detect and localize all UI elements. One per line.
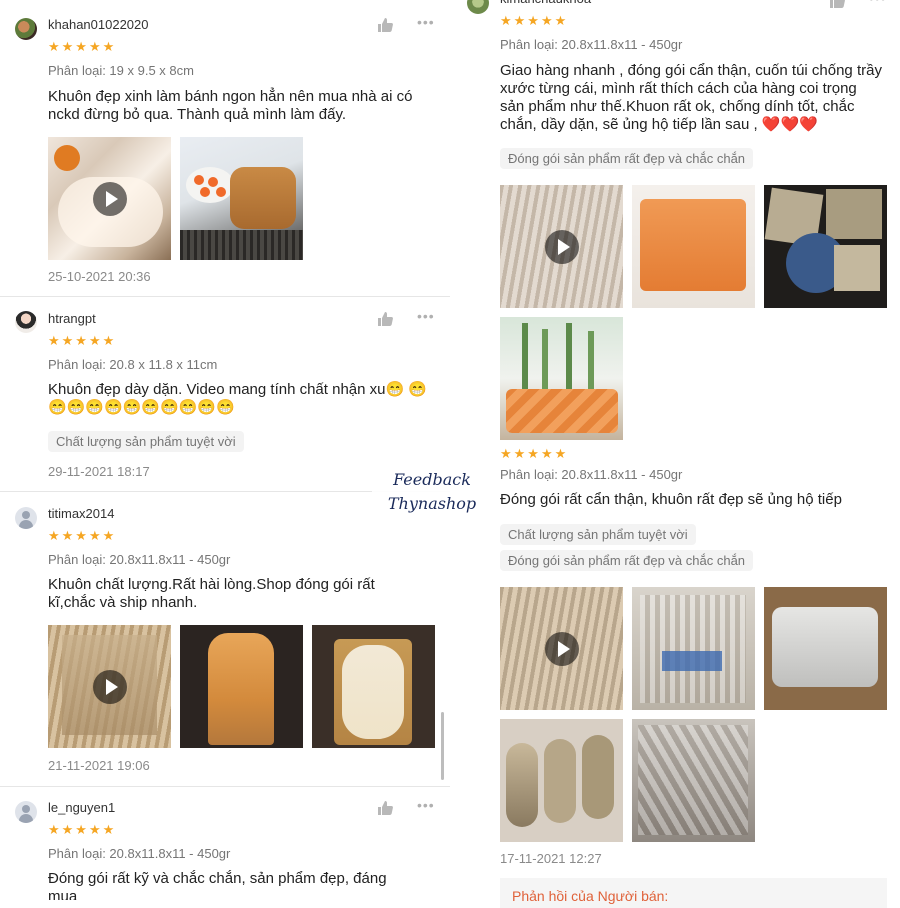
feedback-watermark: Feedback Thynashop	[372, 438, 492, 556]
review-tag-chip: Chất lượng sản phẩm tuyệt vời	[48, 431, 244, 452]
review-variant: Phân loại: 20.8x11.8x11 - 450gr	[500, 37, 683, 52]
review-date: 25-10-2021 20:36	[48, 269, 151, 284]
avatar[interactable]	[15, 311, 37, 333]
star-rating: ★★★★★	[48, 822, 117, 837]
play-icon[interactable]	[92, 181, 127, 216]
review-photo[interactable]	[632, 587, 755, 710]
review-variant: Phân loại: 19 x 9.5 x 8cm	[48, 63, 194, 78]
review-video-thumb[interactable]	[48, 625, 171, 748]
review-video-thumb[interactable]	[500, 185, 623, 308]
divider	[0, 296, 450, 297]
review-tag-chip: Chất lượng sản phẩm tuyệt vời	[500, 524, 696, 545]
avatar[interactable]	[15, 801, 37, 823]
review-date: 29-11-2021 18:17	[48, 464, 150, 479]
more-dots-icon[interactable]: •••	[417, 308, 435, 324]
review-username[interactable]: titimax2014	[48, 506, 114, 521]
right-review-panel-top: kimanchaukhoa ••• ★★★★★ Phân loại: 20.8x…	[452, 0, 900, 448]
more-dots-icon[interactable]: •••	[417, 14, 435, 30]
avatar[interactable]	[467, 0, 489, 14]
review-video-thumb[interactable]	[48, 137, 171, 260]
more-dots-icon[interactable]: •••	[869, 0, 887, 6]
scrollbar[interactable]	[441, 712, 444, 780]
watermark-line-2: Thynashop	[387, 494, 477, 513]
play-icon[interactable]	[92, 669, 127, 704]
avatar[interactable]	[15, 507, 37, 529]
star-rating: ★★★★★	[500, 448, 569, 461]
review-text: Khuôn đẹp dày dặn. Video mang tính chất …	[48, 381, 428, 416]
review-username[interactable]: khahan01022020	[48, 17, 149, 32]
seller-reply-box: Phản hồi của Người bán:	[500, 878, 887, 908]
thumbs-up-icon[interactable]	[377, 18, 393, 32]
review-photo[interactable]	[180, 625, 303, 748]
thumbs-up-icon[interactable]	[377, 801, 393, 815]
review-photo[interactable]	[632, 185, 755, 308]
review-variant: Phân loại: 20.8x11.8x11 - 450gr	[48, 846, 231, 861]
review-video-thumb[interactable]	[500, 587, 623, 710]
review-text: Giao hàng nhanh , đóng gói cẩn thận, cuố…	[500, 62, 882, 133]
more-dots-icon[interactable]: •••	[417, 797, 435, 813]
avatar[interactable]	[15, 18, 37, 40]
review-variant: Phân loại: 20.8x11.8x11 - 450gr	[48, 552, 231, 567]
review-photo[interactable]	[764, 587, 887, 710]
review-tag-chip: Đóng gói sản phẩm rất đẹp và chắc chắn	[500, 550, 754, 571]
thumbs-up-icon[interactable]	[829, 0, 845, 8]
review-photo[interactable]	[500, 719, 623, 842]
thumbs-up-icon[interactable]	[377, 312, 393, 326]
review-username[interactable]: htrangpt	[48, 311, 96, 326]
review-date: 21-11-2021 19:06	[48, 758, 150, 773]
star-rating: ★★★★★	[48, 528, 117, 543]
star-rating: ★★★★★	[48, 39, 117, 54]
watermark-line-1: Feedback	[393, 470, 471, 489]
review-username[interactable]: kimanchaukhoa	[500, 0, 591, 6]
review-photo[interactable]	[180, 137, 303, 260]
star-rating: ★★★★★	[500, 13, 569, 28]
review-variant: Phân loại: 20.8 x 11.8 x 11cm	[48, 357, 218, 372]
review-photo[interactable]	[500, 317, 623, 440]
review-photo[interactable]	[312, 625, 435, 748]
review-text: Đóng gói rất kỹ và chắc chắn, sản phẩm đ…	[48, 870, 387, 900]
review-variant: Phân loại: 20.8x11.8x11 - 450gr	[500, 467, 683, 482]
review-date: 17-11-2021 12:27	[500, 851, 602, 866]
right-review-panel-bottom: ★★★★★ Phân loại: 20.8x11.8x11 - 450gr Đó…	[490, 448, 900, 900]
star-rating: ★★★★★	[48, 333, 117, 348]
review-photo[interactable]	[632, 719, 755, 842]
review-text: Khuôn chất lượng.Rất hài lòng.Shop đóng …	[48, 576, 375, 611]
review-text: Khuôn đẹp xinh làm bánh ngon hẳn nên mua…	[48, 88, 413, 123]
play-icon[interactable]	[544, 229, 579, 264]
review-tag-chip: Đóng gói sản phẩm rất đẹp và chắc chắn	[500, 148, 754, 169]
review-username[interactable]: le_nguyen1	[48, 800, 115, 815]
review-photo[interactable]	[764, 185, 887, 308]
play-icon[interactable]	[544, 631, 579, 666]
review-text: Đóng gói rất cẩn thận, khuôn rất đẹp sẽ …	[500, 491, 842, 508]
seller-reply-label: Phản hồi của Người bán:	[512, 888, 669, 904]
divider	[0, 786, 450, 787]
